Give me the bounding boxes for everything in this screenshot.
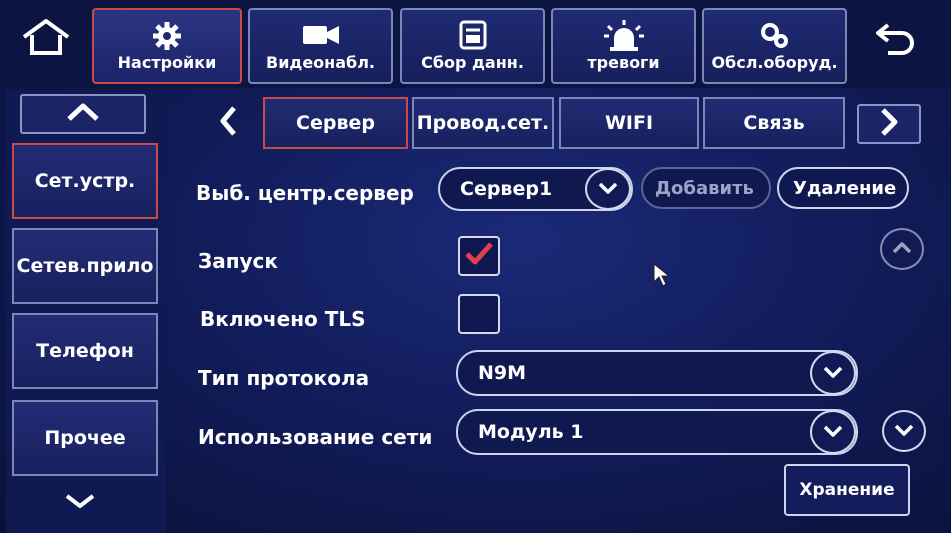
center-server-value: Сервер1 — [460, 178, 553, 200]
chevron-left-icon — [217, 104, 239, 142]
sidebar-item-phone[interactable]: Телефон — [12, 313, 158, 389]
network-usage-dropdown-button[interactable] — [810, 410, 856, 454]
nav-settings[interactable]: Настройки — [92, 8, 242, 84]
back-arrow-icon — [874, 17, 918, 61]
network-usage-select[interactable]: Модуль 1 — [456, 409, 858, 455]
center-server-label: Выб. центр.сервер — [196, 181, 414, 205]
maintenance-gear-icon — [704, 20, 845, 56]
nav-video-label: Видеонабл. — [266, 53, 375, 72]
chevron-down-icon — [822, 364, 844, 383]
delete-button[interactable]: Удаление — [777, 167, 909, 209]
add-button[interactable]: Добавить — [641, 167, 771, 209]
home-icon — [18, 17, 74, 61]
tab-scroll-left[interactable] — [208, 100, 248, 146]
checkmark-icon — [464, 241, 494, 271]
delete-button-label: Удаление — [793, 177, 897, 199]
sidebar-item-label: Телефон — [36, 340, 134, 362]
gear-icon — [94, 20, 240, 56]
protocol-dropdown-button[interactable] — [810, 351, 856, 395]
back-button[interactable] — [866, 14, 926, 64]
launch-checkbox[interactable] — [458, 236, 500, 276]
network-usage-value: Модуль 1 — [478, 421, 584, 443]
chevron-up-icon — [63, 101, 103, 127]
chevron-down-icon — [597, 180, 619, 199]
chevron-right-icon — [878, 107, 900, 141]
tab-server[interactable]: Сервер — [263, 97, 408, 149]
sidebar-scroll-down[interactable] — [60, 488, 100, 518]
add-button-label: Добавить — [655, 177, 754, 199]
tls-label: Включено TLS — [200, 307, 366, 331]
protocol-select[interactable]: N9M — [456, 350, 858, 396]
home-button[interactable] — [16, 14, 76, 64]
save-button-label: Хранение — [799, 480, 895, 500]
tab-scroll-right[interactable] — [857, 104, 921, 144]
protocol-label: Тип протокола — [198, 366, 370, 390]
sidebar-item-network-device[interactable]: Сет.устр. — [12, 143, 158, 219]
sidebar-item-label: Прочее — [44, 427, 126, 449]
tab-wifi[interactable]: WIFI — [559, 97, 699, 149]
sidebar-item-label: Сет.устр. — [34, 170, 136, 192]
tab-wired-network[interactable]: Провод.сет. — [412, 97, 554, 149]
save-button[interactable]: Хранение — [784, 464, 910, 516]
mouse-cursor — [652, 262, 672, 288]
nav-data-collection[interactable]: Сбор данн. — [400, 8, 545, 84]
tab-label: Сервер — [296, 112, 375, 134]
alarm-light-icon — [553, 20, 694, 56]
form-scroll-up[interactable] — [880, 228, 924, 270]
sidebar-item-other[interactable]: Прочее — [12, 400, 158, 476]
tab-connection[interactable]: Связь — [703, 97, 845, 149]
chevron-down-icon — [893, 422, 915, 441]
tab-label: Связь — [743, 112, 805, 134]
form-scroll-down[interactable] — [882, 410, 926, 452]
data-collection-icon — [402, 20, 543, 54]
center-server-dropdown-button[interactable] — [585, 168, 631, 210]
sidebar-item-network-apps[interactable]: Сетев.прило — [12, 228, 158, 304]
protocol-value: N9M — [478, 362, 527, 384]
chevron-down-icon — [822, 423, 844, 442]
nav-alarms[interactable]: тревоги — [551, 8, 696, 84]
tab-label: WIFI — [604, 112, 654, 134]
chevron-down-icon — [63, 492, 97, 514]
launch-label: Запуск — [198, 249, 278, 273]
tab-label: Провод.сет. — [416, 112, 550, 134]
sidebar-item-label: Сетев.прило — [16, 255, 154, 277]
nav-data-collection-label: Сбор данн. — [421, 53, 524, 72]
sidebar-scroll-up[interactable] — [20, 94, 146, 134]
nav-video[interactable]: Видеонабл. — [248, 8, 393, 84]
tls-checkbox[interactable] — [458, 294, 500, 334]
network-usage-label: Использование сети — [198, 425, 433, 449]
nav-maintenance[interactable]: Обсл.оборуд. — [702, 8, 847, 84]
video-camera-icon — [250, 20, 391, 52]
chevron-up-icon — [891, 240, 913, 259]
